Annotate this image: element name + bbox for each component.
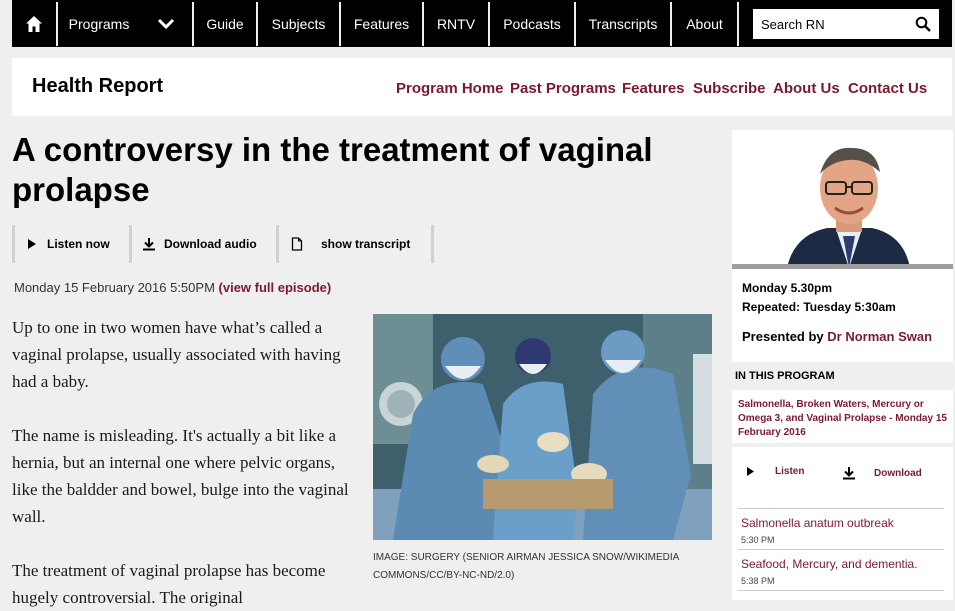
home-button[interactable]: [12, 2, 56, 46]
nav-programs[interactable]: Programs: [58, 2, 140, 46]
segment-divider: [738, 590, 944, 591]
nav-guide[interactable]: Guide: [194, 2, 256, 46]
episode-listen-button[interactable]: Listen: [746, 466, 804, 477]
nav-subjects-label: Subjects: [271, 16, 326, 32]
listen-now-button[interactable]: Listen now: [12, 225, 129, 263]
nav-guide-label: Guide: [206, 16, 244, 32]
segment-time-1: 5:30 PM: [741, 535, 775, 545]
link-past-programs[interactable]: Past Programs: [510, 80, 616, 97]
nav-features[interactable]: Features: [341, 2, 422, 46]
schedule-repeat: Repeated: Tuesday 5:30am: [742, 300, 896, 314]
program-sidebar: Monday 5.30pm Repeated: Tuesday 5:30am P…: [732, 130, 953, 600]
nav-podcasts-label: Podcasts: [503, 16, 561, 32]
programs-dropdown[interactable]: [140, 2, 192, 46]
nav-about-label: About: [686, 16, 723, 32]
nav-rntv-label: RNTV: [436, 16, 476, 32]
episode-download-button[interactable]: Download: [842, 466, 922, 480]
nav-rntv[interactable]: RNTV: [424, 2, 488, 46]
surgery-photo: [373, 314, 712, 540]
listen-now-label: Listen now: [47, 237, 110, 251]
download-audio-label: Download audio: [164, 237, 257, 251]
nav-transcripts[interactable]: Transcripts: [576, 2, 670, 46]
segment-title-1[interactable]: Salmonella anatum outbreak: [741, 516, 894, 530]
link-program-home[interactable]: Program Home: [396, 80, 504, 97]
search-icon[interactable]: [915, 16, 931, 32]
presenter-divider: [732, 264, 953, 269]
episode-title-link[interactable]: Salmonella, Broken Waters, Mercury or Om…: [738, 398, 950, 440]
search-input-text: Search RN: [761, 16, 825, 32]
segment-divider: [738, 549, 944, 550]
segment-time-2: 5:38 PM: [741, 576, 775, 586]
nav-transcripts-label: Transcripts: [588, 16, 658, 32]
chevron-down-icon: [157, 18, 175, 30]
home-icon: [26, 16, 42, 32]
episode-divider: [732, 443, 953, 447]
player-divider: [431, 225, 434, 263]
link-about-us[interactable]: About Us: [773, 80, 840, 97]
document-icon: [291, 237, 303, 251]
presenter-name-link[interactable]: Dr Norman Swan: [827, 329, 932, 344]
view-full-episode-link[interactable]: (view full episode): [219, 280, 332, 295]
episode-download-label: Download: [874, 467, 922, 479]
nav-about[interactable]: About: [672, 2, 737, 46]
audio-player-bar: Listen now Download audio show transcrip…: [12, 225, 434, 263]
show-transcript-button[interactable]: show transcript: [276, 225, 431, 263]
episode-listen-label: Listen: [775, 466, 805, 477]
play-icon: [28, 239, 36, 249]
link-contact-us[interactable]: Contact Us: [848, 80, 927, 97]
nav-programs-label: Programs: [68, 16, 130, 32]
download-icon: [143, 238, 155, 251]
in-program-heading: IN THIS PROGRAM: [735, 370, 835, 382]
program-title[interactable]: Health Report: [32, 75, 163, 98]
download-audio-button[interactable]: Download audio: [129, 225, 276, 263]
image-caption: IMAGE: SURGERY (SENIOR AIRMAN JESSICA SN…: [373, 552, 679, 581]
presenter-photo: [732, 130, 953, 268]
segment-title-2[interactable]: Seafood, Mercury, and dementia.: [741, 557, 918, 571]
top-nav: Programs Guide Subjects Features RNTV Po…: [12, 0, 952, 47]
program-header: Health Report Program Home Past Programs…: [12, 58, 952, 116]
article-date-text: Monday 15 February 2016 5:50PM: [14, 280, 215, 295]
article-headline: A controversy in the treatment of vagina…: [12, 131, 653, 208]
schedule-time: Monday 5.30pm: [742, 281, 833, 295]
presented-by-label: Presented by: [742, 329, 824, 344]
nav-podcasts[interactable]: Podcasts: [490, 2, 574, 46]
in-program-band: IN THIS PROGRAM: [732, 362, 953, 390]
play-icon: [747, 467, 754, 476]
show-transcript-label: show transcript: [321, 237, 411, 251]
link-features[interactable]: Features: [622, 80, 685, 97]
nav-subjects[interactable]: Subjects: [258, 2, 339, 46]
nav-features-label: Features: [353, 16, 410, 32]
article-paragraph-1: Up to one in two women have what’s calle…: [12, 318, 341, 391]
article-paragraph-3: The treatment of vaginal prolapse has be…: [12, 561, 326, 607]
article-paragraph-2: The name is misleading. It's actually a …: [12, 426, 349, 526]
link-subscribe[interactable]: Subscribe: [693, 80, 766, 97]
search-input[interactable]: Search RN: [753, 9, 939, 39]
download-icon: [843, 467, 855, 480]
presenter-line: Presented by Dr Norman Swan: [742, 329, 932, 344]
article-date: Monday 15 February 2016 5:50PM (view ful…: [14, 280, 331, 295]
segment-divider: [738, 508, 944, 509]
